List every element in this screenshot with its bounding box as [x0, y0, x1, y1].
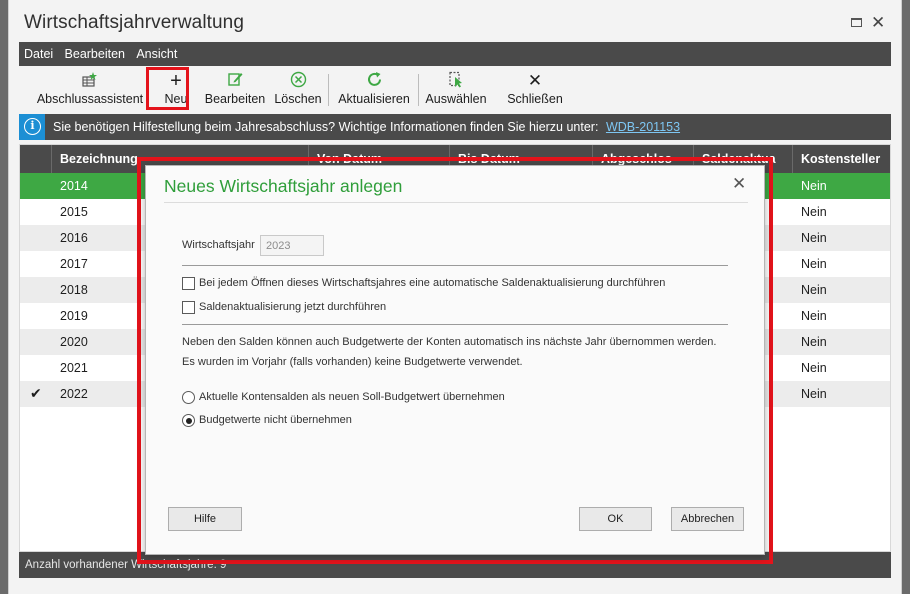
toolbar-separator	[418, 74, 419, 106]
dialog-title: Neues Wirtschaftsjahr anlegen	[164, 176, 403, 196]
cell-kostensteller: Nein	[801, 283, 827, 297]
cell-kostensteller: Nein	[801, 387, 827, 401]
radio-no-budget[interactable]	[182, 414, 195, 427]
section-divider	[182, 324, 728, 325]
auswaehlen-label: Auswählen	[425, 92, 487, 106]
dialog-divider	[164, 202, 748, 203]
refresh-icon	[335, 71, 413, 91]
saldo-now-checkbox[interactable]	[182, 301, 195, 314]
cell-kostensteller: Nein	[801, 309, 827, 323]
info-bar: i Sie benötigen Hilfestellung beim Jahre…	[19, 114, 891, 140]
bearbeiten-label: Bearbeiten	[204, 92, 266, 106]
loeschen-label: Löschen	[274, 92, 322, 106]
cell-bezeichnung: 2021	[60, 361, 88, 375]
cell-kostensteller: Nein	[801, 179, 827, 193]
auswaehlen-button[interactable]: Auswählen	[423, 68, 489, 110]
cell-kostensteller: Nein	[801, 257, 827, 271]
loeschen-button[interactable]: Löschen	[272, 68, 324, 110]
schliessen-label: Schließen	[507, 92, 563, 106]
highlight-neu-button	[146, 67, 189, 110]
info-message: Sie benötigen Hilfestellung beim Jahresa…	[53, 120, 599, 134]
schliessen-button[interactable]: ✕ Schließen	[503, 68, 567, 110]
bearbeiten-button[interactable]: Bearbeiten	[201, 68, 269, 110]
budget-info-text: Neben den Salden können auch Budgetwerte…	[182, 336, 717, 348]
cell-bezeichnung: 2019	[60, 309, 88, 323]
abschlussassistent-button[interactable]: Abschlussassistent	[31, 68, 149, 110]
auto-saldo-checkbox[interactable]	[182, 277, 195, 290]
saldo-now-label: Saldenaktualisierung jetzt durchführen	[199, 301, 387, 313]
cell-kostensteller: Nein	[801, 361, 827, 375]
cell-kostensteller: Nein	[801, 205, 827, 219]
wizard-icon	[31, 71, 149, 91]
info-text: Sie benötigen Hilfestellung beim Jahresa…	[53, 120, 680, 134]
cell-bezeichnung: 2020	[60, 335, 88, 349]
radio-no-budget-label: Budgetwerte nicht übernehmen	[199, 414, 352, 426]
header-indicator	[20, 145, 50, 173]
cancel-button[interactable]: Abbrechen	[671, 507, 744, 531]
cell-bezeichnung: 2015	[60, 205, 88, 219]
cell-bezeichnung: 2018	[60, 283, 88, 297]
cell-kostensteller: Nein	[801, 231, 827, 245]
abschlussassistent-label: Abschlussassistent	[36, 92, 144, 106]
aktualisieren-button[interactable]: Aktualisieren	[335, 68, 413, 110]
info-link[interactable]: WDB-201153	[606, 120, 680, 134]
help-button[interactable]: Hilfe	[168, 507, 242, 531]
budget-info-text-2: Es wurden im Vorjahr (falls vorhanden) k…	[182, 356, 523, 368]
checkmark-icon: ✔	[30, 385, 42, 401]
radio-take-balances-label: Aktuelle Kontensalden als neuen Soll-Bud…	[199, 391, 505, 403]
window-title: Wirtschaftsjahrverwaltung	[24, 12, 245, 33]
select-icon	[423, 71, 489, 91]
menu-bearbeiten[interactable]: Bearbeiten	[61, 42, 129, 66]
new-fiscal-year-dialog: Neues Wirtschaftsjahr anlegen ✕ Wirtscha…	[145, 165, 765, 555]
title-bar: Wirtschaftsjahrverwaltung ✕	[9, 0, 901, 42]
auto-saldo-label: Bei jedem Öffnen dieses Wirtschaftsjahre…	[199, 277, 666, 289]
ok-button[interactable]: OK	[579, 507, 652, 531]
menu-datei[interactable]: Datei	[19, 42, 57, 66]
cell-bezeichnung: 2014	[60, 179, 88, 193]
header-kostensteller[interactable]: Kostensteller	[792, 145, 892, 173]
toolbar-separator	[328, 74, 329, 106]
close-window-icon[interactable]: ✕	[871, 13, 885, 33]
cell-kostensteller: Nein	[801, 335, 827, 349]
wirtschaftsjahr-input[interactable]	[260, 235, 324, 256]
wirtschaftsjahr-label: Wirtschaftsjahr	[182, 239, 255, 251]
menu-ansicht[interactable]: Ansicht	[132, 42, 181, 66]
edit-icon	[201, 71, 269, 91]
info-icon: i	[19, 114, 45, 140]
close-icon: ✕	[527, 71, 543, 90]
delete-icon	[272, 71, 324, 91]
cell-bezeichnung: 2016	[60, 231, 88, 245]
menu-bar: Datei Bearbeiten Ansicht	[19, 42, 891, 66]
radio-take-balances[interactable]	[182, 391, 195, 404]
cell-bezeichnung: 2017	[60, 257, 88, 271]
dialog-close-icon[interactable]: ✕	[732, 174, 746, 194]
section-divider	[182, 265, 728, 266]
cell-bezeichnung: 2022	[60, 387, 88, 401]
aktualisieren-label: Aktualisieren	[338, 92, 410, 106]
maximize-icon[interactable]	[851, 18, 862, 27]
